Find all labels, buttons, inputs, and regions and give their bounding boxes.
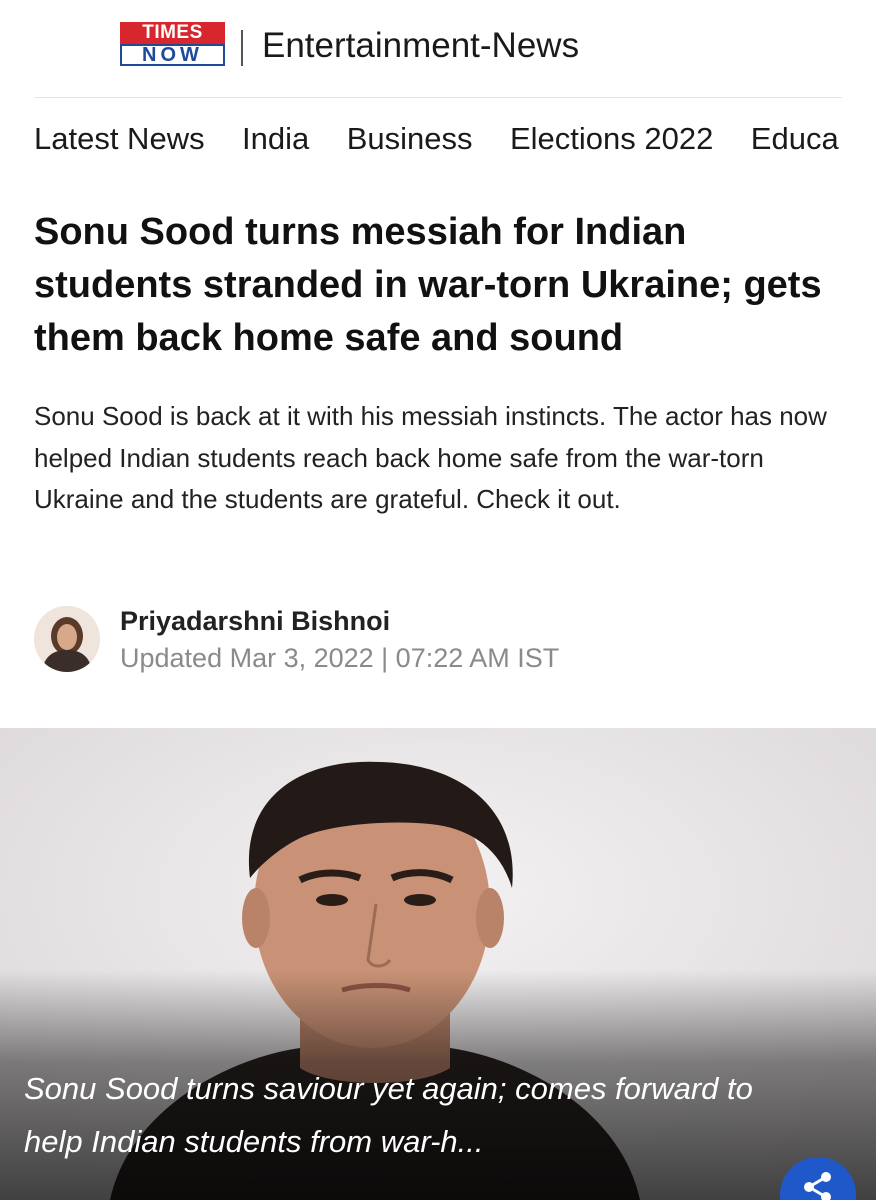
author-name[interactable]: Priyadarshni Bishnoi <box>120 603 390 639</box>
nav-item-latest-news[interactable]: Latest News <box>34 116 205 162</box>
article-headline: Sonu Sood turns messiah for Indian stude… <box>34 211 822 359</box>
nav-item-elections-2022[interactable]: Elections 2022 <box>510 116 713 162</box>
image-caption: Sonu Sood turns saviour yet again; comes… <box>24 1071 753 1159</box>
times-now-logo[interactable]: TIMES NOW <box>120 22 225 66</box>
category-nav: Latest News India Business Elections 202… <box>34 116 876 162</box>
article-page: TIMES NOW Entertainment-News Latest News… <box>0 0 876 1200</box>
site-header: TIMES NOW Entertainment-News <box>0 0 876 98</box>
author-avatar[interactable] <box>34 606 100 672</box>
nav-item-india[interactable]: India <box>242 116 309 162</box>
author-photo <box>34 606 100 672</box>
section-title[interactable]: Entertainment-News <box>262 26 579 66</box>
nav-item-education[interactable]: Educa <box>751 116 839 162</box>
nav-item-business[interactable]: Business <box>347 116 473 162</box>
header-divider <box>241 30 243 66</box>
hero-image: Sonu Sood turns saviour yet again; comes… <box>0 728 876 1200</box>
header-rule <box>34 97 842 98</box>
share-icon <box>804 1172 831 1200</box>
article-summary: Sonu Sood is back at it with his messiah… <box>34 401 827 514</box>
logo-text-now: NOW <box>120 44 225 66</box>
updated-timestamp: Updated Mar 3, 2022 | 07:22 AM IST <box>120 643 560 673</box>
logo-text-times: TIMES <box>120 22 225 44</box>
